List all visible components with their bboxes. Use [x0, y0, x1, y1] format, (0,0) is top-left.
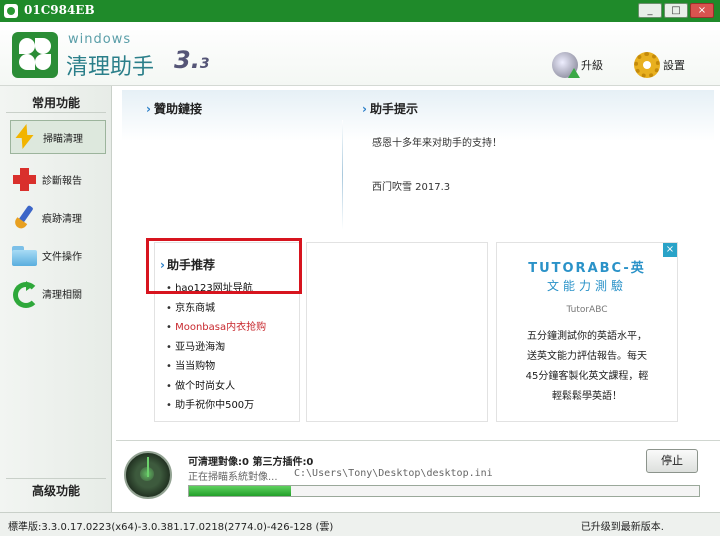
brand-version: 3.3 — [174, 46, 210, 74]
link-moonbasa[interactable]: Moonbasa内衣抢购 — [166, 318, 266, 333]
scan-panel: 可清理對像:0 第三方插件:0 正在掃瞄系統對像... C:\Users\Ton… — [116, 440, 720, 512]
brush-icon — [10, 203, 38, 231]
gear-icon — [634, 52, 660, 78]
window-title: 01C984EB — [24, 3, 95, 17]
title-bar: 01C984EB _ □ × — [0, 0, 720, 22]
clover-logo-icon — [12, 32, 58, 78]
assistant-tips-title: 助手提示 — [362, 100, 418, 117]
tip-text-2: 西门吹雪 2017.3 — [372, 182, 451, 193]
link-lottery[interactable]: 助手祝你中500万 — [166, 396, 254, 411]
window-controls: _ □ × — [638, 3, 714, 18]
version-info: 標準版:3.3.0.17.0223(x64)-3.0.381.17.0218(2… — [8, 522, 334, 533]
ad-line-1: 五分鐘測試你的英語水平， — [527, 331, 647, 342]
sidebar-item-file-operation[interactable]: 文件操作 — [10, 238, 106, 272]
ad-banner[interactable]: × TUTORABC-英 文能力測驗 TutorABC 五分鐘測試你的英語水平，… — [496, 242, 678, 422]
close-button[interactable]: × — [690, 3, 714, 18]
sidebar-item-label: 痕跡清理 — [42, 213, 82, 225]
ad-line-2: 送英文能力評估報告。每天 — [527, 351, 647, 362]
sidebar-advanced-button[interactable]: 高级功能 — [0, 482, 112, 499]
app-icon — [4, 4, 18, 18]
settings-button[interactable]: 設置 — [634, 50, 685, 80]
version-major: 3. — [174, 46, 200, 74]
update-status: 已升级到最新版本. — [580, 522, 664, 533]
link-dangdang[interactable]: 当当购物 — [166, 357, 215, 372]
sidebar-item-label: 文件操作 — [42, 251, 82, 263]
sidebar-head: 常用功能 — [31, 96, 80, 110]
maximize-button[interactable]: □ — [664, 3, 688, 18]
red-cross-icon — [10, 165, 38, 193]
app-header: windows 清理助手 3.3 升級 設置 — [0, 22, 720, 86]
tip-text-1: 感恩十多年来对助手的支持！ — [372, 138, 502, 149]
ad-line-3: 45分鐘客製化英文課程，輕 — [525, 371, 649, 382]
lightning-icon — [11, 123, 39, 151]
sidebar-item-clean-related[interactable]: 清理相關 — [10, 276, 106, 310]
upgrade-disc-icon — [552, 52, 580, 78]
minimize-button[interactable]: _ — [638, 3, 662, 18]
empty-panel — [306, 242, 488, 422]
sidebar-item-label: 診斷報告 — [42, 175, 82, 187]
folder-icon — [10, 241, 38, 269]
recycle-icon — [10, 279, 39, 308]
scan-progress-bar — [188, 485, 700, 497]
sidebar-foot-divider — [6, 478, 106, 479]
ad-brand: TutorABC — [566, 305, 608, 315]
upgrade-button[interactable]: 升級 — [552, 50, 603, 80]
stop-button[interactable]: 停止 — [646, 449, 698, 473]
sidebar-item-label: 清理相關 — [42, 289, 82, 301]
link-fashion[interactable]: 做个时尚女人 — [166, 377, 235, 392]
radar-icon — [124, 451, 172, 499]
version-minor: 3 — [199, 56, 210, 72]
vertical-divider — [342, 120, 343, 230]
ad-subtitle: 文能力測驗 — [546, 279, 627, 293]
sidebar: 常用功能 掃瞄清理 診斷報告 痕跡清理 文件操作 清理相關 高级功能 — [0, 86, 112, 512]
main-panel: 贊助鏈接 助手提示 感恩十多年来对助手的支持！ 西门吹雪 2017.3 助手推荐… — [116, 86, 720, 440]
upgrade-label: 升級 — [581, 59, 603, 72]
scan-progress-fill — [189, 486, 291, 496]
ad-title: TUTORABC-英 — [528, 261, 646, 276]
sidebar-item-diagnosis-report[interactable]: 診斷報告 — [10, 162, 106, 196]
brand-name: 清理助手 — [66, 55, 155, 80]
sidebar-divider — [6, 112, 106, 113]
scan-count-text: 可清理對像:0 第三方插件:0 — [188, 457, 314, 468]
sidebar-item-label: 掃瞄清理 — [43, 133, 83, 145]
ad-line-4: 輕鬆鬆學英語！ — [552, 391, 622, 402]
status-bar: 標準版:3.3.0.17.0223(x64)-3.0.381.17.0218(2… — [0, 512, 720, 536]
settings-label: 設置 — [663, 59, 685, 72]
link-amazon[interactable]: 亚马逊海淘 — [166, 338, 225, 353]
sponsor-links-title: 贊助鏈接 — [146, 100, 202, 117]
sidebar-item-trace-clean[interactable]: 痕跡清理 — [10, 200, 106, 234]
scan-path-text: C:\Users\Tony\Desktop\desktop.ini — [294, 468, 493, 479]
main-top-panel — [122, 90, 714, 218]
link-jd[interactable]: 京东商城 — [166, 299, 215, 314]
highlight-box — [146, 238, 302, 294]
scan-status-text: 正在掃瞄系統對像... — [188, 472, 278, 483]
brand-windows-text: windows — [68, 32, 132, 47]
ad-close-icon[interactable]: × — [663, 243, 677, 257]
sidebar-item-scan-clean[interactable]: 掃瞄清理 — [10, 120, 106, 154]
